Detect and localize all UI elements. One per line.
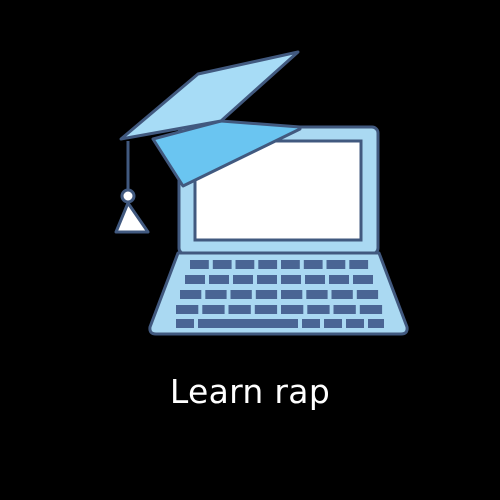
keyboard-key <box>356 290 379 299</box>
keyboard-key <box>346 319 364 328</box>
keyboard-key <box>281 275 301 284</box>
keyboard-key <box>209 275 229 284</box>
keyboard-key <box>254 305 278 314</box>
canvas: Learn rap <box>0 0 500 500</box>
keyboard-key <box>228 305 251 314</box>
tassel-knot <box>120 188 136 204</box>
keyboard-key <box>303 260 323 269</box>
keyboard-key <box>176 305 199 314</box>
keyboard-key <box>255 290 278 299</box>
keyboard-key <box>233 275 253 284</box>
keyboard-key <box>180 290 202 299</box>
keyboard-key <box>333 305 356 314</box>
tassel <box>114 201 150 234</box>
keyboard-key <box>230 290 252 299</box>
keyboard-key <box>235 260 255 269</box>
keyboard-key <box>349 260 369 269</box>
keyboard-key <box>281 290 303 299</box>
keyboard-key <box>324 319 342 328</box>
keyboard-key <box>368 319 384 328</box>
keyboard-key <box>307 305 330 314</box>
keyboard-key <box>281 260 300 269</box>
online-education-icon <box>114 50 409 336</box>
keyboard-key <box>353 275 373 284</box>
keyboard-key <box>306 290 328 299</box>
keyboard-key <box>302 319 320 328</box>
keyboard-key <box>176 319 194 328</box>
keyboard-key <box>329 275 349 284</box>
keyboard-key <box>205 290 227 299</box>
keyboard-key <box>326 260 346 269</box>
keyboard-key <box>185 275 205 284</box>
keyboard-key <box>281 305 304 314</box>
keyboard-key <box>331 290 353 299</box>
keyboard-key <box>305 275 325 284</box>
keyboard-key <box>202 305 225 314</box>
keyboard-key <box>257 275 277 284</box>
keyboard-spacebar <box>198 319 298 328</box>
caption-text: Learn rap <box>169 372 331 411</box>
keyboard-key <box>190 260 209 269</box>
keyboard-key <box>212 260 232 269</box>
keyboard-key <box>359 305 383 314</box>
keyboard-key <box>258 260 278 269</box>
